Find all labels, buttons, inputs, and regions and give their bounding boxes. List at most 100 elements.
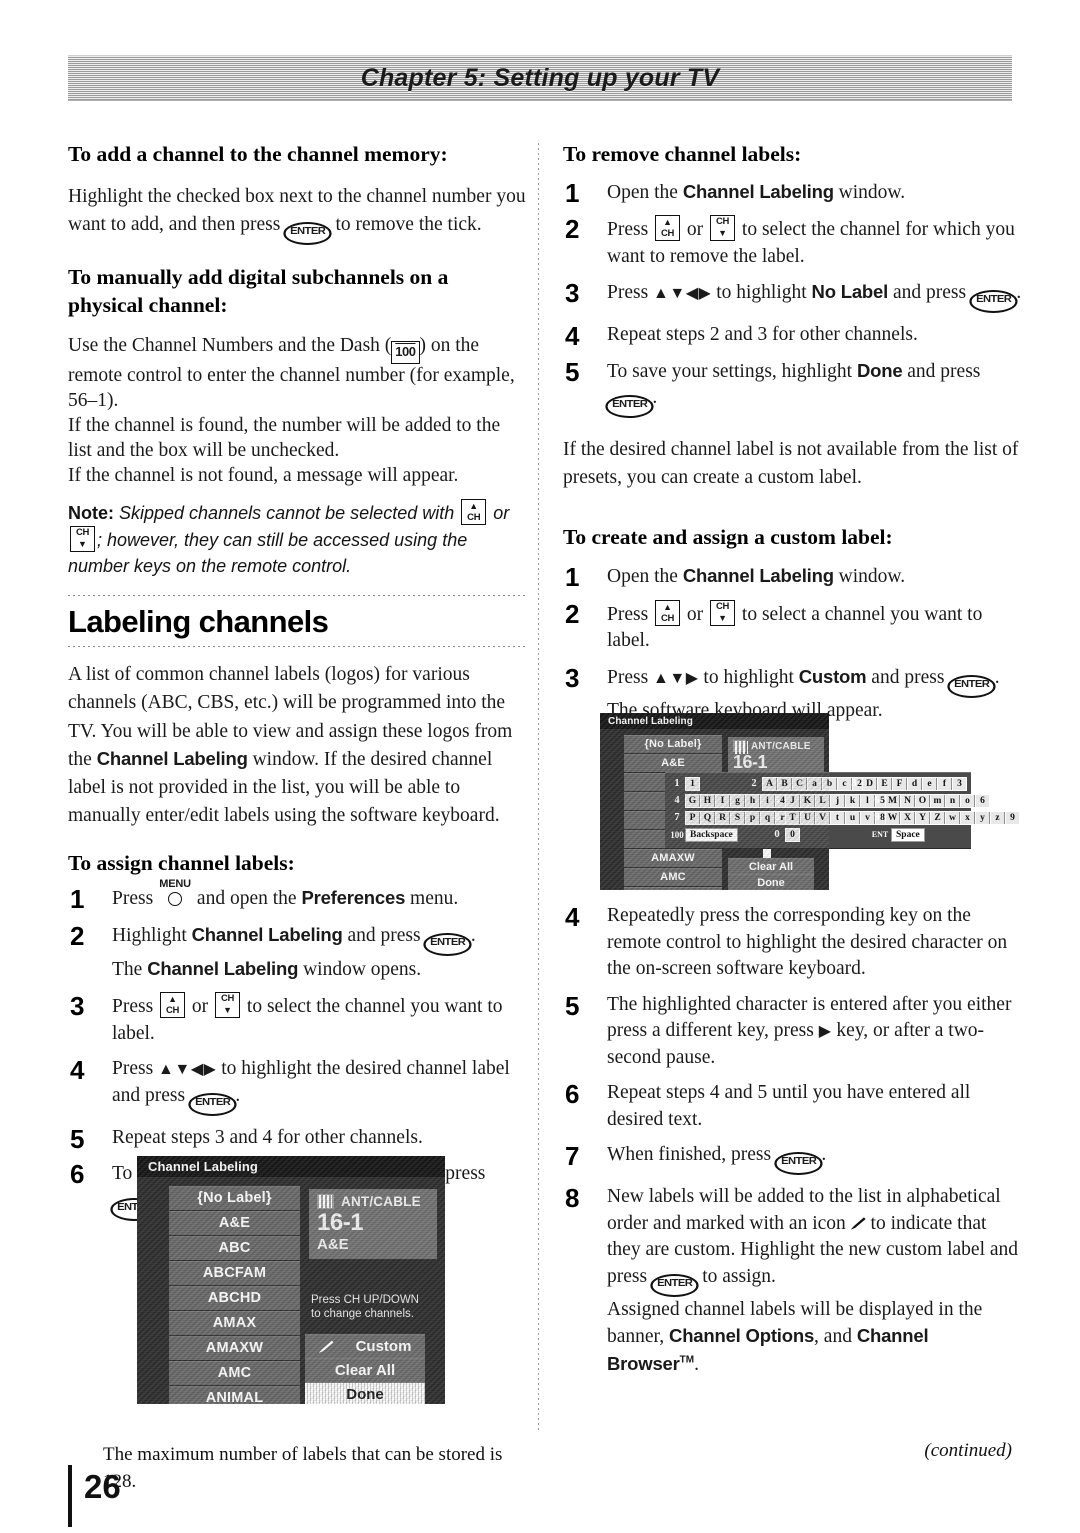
keyboard-key[interactable]: Z [931, 811, 945, 824]
keyboard-key[interactable]: w [946, 811, 960, 824]
keyboard-key[interactable]: T [786, 811, 800, 824]
tv-clear-all-button[interactable]: Clear All [305, 1358, 425, 1382]
keyboard-key[interactable]: R [716, 811, 730, 824]
keyboard-key[interactable]: d [908, 777, 922, 790]
list-item[interactable]: AMAXW [169, 1336, 300, 1360]
keyboard-key[interactable]: E [878, 777, 892, 790]
keyboard-key[interactable]: y [976, 811, 990, 824]
keyboard-key[interactable]: o [961, 794, 975, 807]
keyboard-group[interactable]: 7 P Q R S p q r s 7 [669, 810, 820, 825]
keyboard-keys[interactable]: 0 [785, 827, 800, 842]
keyboard-key[interactable]: B [778, 777, 792, 790]
keyboard-key[interactable]: 1 [686, 777, 699, 790]
keyboard-key[interactable]: Y [916, 811, 930, 824]
keyboard-key[interactable]: I [716, 794, 730, 807]
keyboard-key[interactable]: n [946, 794, 960, 807]
software-keyboard-overlay[interactable]: 1 1 2 A B C a b c 2 3 D E F d e f 3 4 G … [665, 772, 1020, 849]
tv-current-label: A&E [317, 1236, 349, 1254]
keyboard-key[interactable]: g [731, 794, 745, 807]
tv-done-button[interactable]: Done [305, 1382, 425, 1404]
keyboard-group[interactable]: 4 G H I g h i 4 [669, 793, 790, 808]
keyboard-group[interactable]: 0 0 [769, 827, 869, 842]
keyboard-key[interactable]: M [886, 794, 900, 807]
keyboard-key[interactable]: f [938, 777, 952, 790]
step-text: or [682, 219, 709, 241]
keyboard-key[interactable]: b [823, 777, 837, 790]
list-item[interactable]: ABC [169, 1236, 300, 1260]
keyboard-key[interactable]: a [808, 777, 822, 790]
keyboard-key[interactable]: H [701, 794, 715, 807]
list-item[interactable]: ABCHD [169, 1286, 300, 1310]
keyboard-group[interactable]: 100 Backspace [669, 827, 769, 842]
keyboard-group-number: 4 [674, 795, 680, 806]
keyboard-key[interactable]: K [801, 794, 815, 807]
keyboard-key[interactable]: u [846, 811, 860, 824]
tv-done-button[interactable]: Done [728, 874, 814, 890]
keyboard-keys[interactable]: D E F d e f 3 [862, 776, 967, 791]
keyboard-key[interactable]: 0 [786, 828, 799, 841]
keyboard-key[interactable]: t [831, 811, 845, 824]
keyboard-key[interactable]: U [801, 811, 815, 824]
keyboard-key[interactable]: L [816, 794, 830, 807]
step-item: 3 Press ▲ CH or CH ▼ to select the channel… [68, 991, 528, 1047]
keyboard-keys[interactable]: 1 [685, 776, 700, 791]
list-item[interactable]: AMC [624, 868, 722, 886]
keyboard-key[interactable]: k [846, 794, 860, 807]
keyboard-key[interactable]: x [961, 811, 975, 824]
step-text: Highlight [112, 924, 192, 946]
keyboard-key[interactable]: P [686, 811, 700, 824]
keyboard-group[interactable]: 5 J K L j k l 5 [769, 793, 890, 808]
keyboard-group[interactable]: 9 W X Y Z w x y z 9 [869, 810, 1020, 825]
keyboard-group[interactable]: 1 1 [669, 776, 746, 791]
keyboard-key[interactable]: V [816, 811, 830, 824]
keyboard-key[interactable]: J [786, 794, 800, 807]
keyboard-key[interactable]: z [991, 811, 1005, 824]
step-text: window. [833, 181, 906, 203]
keyboard-key[interactable]: O [916, 794, 930, 807]
keyboard-key[interactable]: X [901, 811, 915, 824]
list-item[interactable]: A&E [169, 1211, 300, 1235]
keyboard-key[interactable]: N [901, 794, 915, 807]
keyboard-group[interactable]: 3 D E F d e f 3 [846, 776, 967, 791]
keyboard-group[interactable]: 8 T U V t u v 8 [769, 810, 890, 825]
keyboard-key[interactable]: S [731, 811, 745, 824]
keyboard-key[interactable]: p [746, 811, 760, 824]
keyboard-key[interactable]: 3 [953, 777, 966, 790]
keyboard-keys[interactable]: M N O m n o 6 [885, 793, 990, 808]
keyboard-keys[interactable]: W X Y Z w x y z 9 [885, 810, 1020, 825]
keyboard-key[interactable]: A [763, 777, 777, 790]
keyboard-group[interactable]: ENT Space [869, 827, 925, 842]
list-item[interactable]: ANIMAL [624, 887, 722, 890]
keyboard-group-number: 8 [774, 812, 780, 823]
keyboard-key[interactable]: h [746, 794, 760, 807]
keyboard-key[interactable]: C [793, 777, 807, 790]
list-item[interactable]: ABCFAM [169, 1261, 300, 1285]
keyboard-key[interactable]: 6 [976, 794, 989, 807]
list-item[interactable]: AMAXW [624, 849, 722, 867]
space-key[interactable]: Space [891, 827, 925, 842]
keyboard-key[interactable]: j [831, 794, 845, 807]
keyboard-key[interactable]: G [686, 794, 700, 807]
list-item[interactable]: AMC [169, 1361, 300, 1385]
keyboard-key[interactable]: m [931, 794, 945, 807]
keyboard-key[interactable]: Q [701, 811, 715, 824]
keyboard-key[interactable]: 9 [1006, 811, 1019, 824]
step-number: 4 [565, 902, 580, 932]
keyboard-group[interactable]: 6 M N O m n o 6 [869, 793, 990, 808]
list-item[interactable]: {No Label} [169, 1186, 300, 1210]
keyboard-key[interactable]: e [923, 777, 937, 790]
tv-channel-info-panel: ANT/CABLE 16-1 [728, 737, 824, 776]
keyboard-key[interactable]: D [863, 777, 877, 790]
list-item[interactable]: A&E [624, 754, 722, 772]
list-item[interactable]: AMAX [169, 1311, 300, 1335]
tv-custom-button[interactable]: Custom [305, 1334, 425, 1358]
backspace-key[interactable]: Backspace [685, 827, 738, 842]
list-item[interactable]: ANIMAL [169, 1386, 300, 1404]
list-item[interactable]: {No Label} [624, 735, 722, 753]
keyboard-key[interactable]: W [886, 811, 900, 824]
keyboard-group[interactable]: 2 A B C a b c 2 [746, 776, 867, 791]
pencil-icon [318, 1340, 334, 1353]
dpad-arrows-icon: ▲▼◀▶ [653, 285, 712, 303]
keyboard-key[interactable]: F [893, 777, 907, 790]
tv-clear-all-button[interactable]: Clear All [728, 858, 814, 875]
